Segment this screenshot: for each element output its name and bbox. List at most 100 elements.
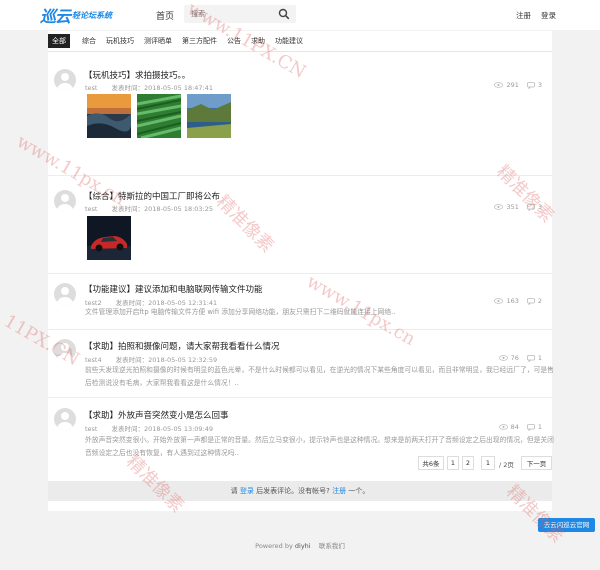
tab-all[interactable]: 全部 [48, 34, 70, 48]
post-title[interactable]: 【求助】外放声音突然变小是怎么回事 [84, 409, 229, 421]
eye-icon [494, 298, 504, 304]
nav-home-link[interactable]: 首页 [156, 9, 174, 22]
page-jump-input[interactable] [481, 456, 495, 470]
post-author[interactable]: test [85, 425, 97, 433]
post-image-sunset[interactable] [87, 94, 131, 138]
post-meta: test 发表时间：2018-05-05 13:09:49 [85, 423, 213, 433]
prompt-prefix: 请 [230, 487, 238, 495]
tab-reviews[interactable]: 测评晒单 [144, 36, 172, 46]
eye-icon [494, 82, 504, 88]
post-item: 【综合】特斯拉的中国工厂即将公布 test 发表时间：2018-05-05 18:… [48, 176, 552, 274]
logo-mark: 巡云 [40, 7, 71, 26]
official-site-button[interactable]: 去云闪巡云官网 [538, 518, 595, 532]
comment-icon [526, 354, 535, 362]
tab-help[interactable]: 求助 [251, 36, 265, 46]
register-link[interactable]: 注册 [516, 10, 531, 21]
tab-tips[interactable]: 玩机技巧 [106, 36, 134, 46]
post-item: 【玩机技巧】求拍摄技巧。。 test 发表时间：2018-05-05 18:47:… [48, 61, 552, 176]
post-time: 2018-05-05 12:32:59 [148, 356, 218, 364]
post-author[interactable]: test [85, 84, 97, 92]
post-stats: 351 3 [494, 203, 542, 211]
avatar[interactable] [54, 408, 76, 430]
view-count: 163 [506, 297, 519, 305]
post-item: 【功能建议】建议添加和电脑联网传输文件功能 test2 发表时间：2018-05-… [48, 274, 552, 330]
post-item: 【求助】拍照和摄像问题，请大家帮我看看什么情况 test4 发表时间：2018-0… [48, 330, 554, 398]
post-stats: 163 2 [494, 297, 542, 305]
eye-icon [498, 355, 508, 361]
footer-powered: Powered by [255, 542, 293, 550]
post-author[interactable]: test [85, 205, 97, 213]
tab-suggestions[interactable]: 功能建议 [275, 36, 303, 46]
login-link[interactable]: 登录 [541, 10, 556, 21]
forum-content: 全部 综合 玩机技巧 测评晒单 第三方配件 公告 求助 功能建议 【玩机技巧】求… [48, 31, 554, 511]
post-title[interactable]: 【求助】拍照和摄像问题，请大家帮我看看什么情况 [84, 340, 280, 352]
tab-accessories[interactable]: 第三方配件 [182, 36, 217, 46]
view-count: 351 [506, 203, 519, 211]
post-title[interactable]: 【功能建议】建议添加和电脑联网传输文件功能 [84, 283, 263, 295]
search-box [184, 5, 296, 23]
post-time-label: 发表时间： [111, 205, 144, 213]
post-image-coast[interactable] [187, 94, 231, 138]
search-icon[interactable] [278, 8, 290, 20]
comment-icon [526, 203, 535, 211]
logo-subtitle: 轻论坛系统 [72, 9, 113, 20]
post-meta: test 发表时间：2018-05-05 18:47:41 [85, 82, 213, 92]
post-image-car[interactable] [87, 216, 131, 260]
post-time-label: 发表时间： [111, 84, 144, 92]
comment-icon [526, 423, 535, 431]
avatar[interactable] [54, 339, 76, 361]
footer-contact-link[interactable]: 联系我们 [319, 542, 345, 550]
next-page-button[interactable]: 下一页 [521, 456, 552, 470]
tabs-divider [48, 51, 552, 52]
post-image-leaves[interactable] [137, 94, 181, 138]
page-2-button[interactable]: 2 [462, 456, 474, 470]
post-time: 2018-05-05 18:03:25 [143, 205, 214, 213]
prompt-middle: 后发表评论。没有帐号? [256, 487, 330, 495]
comment-count: 2 [537, 297, 542, 305]
footer: Powered by diyhi 联系我们 [0, 540, 600, 550]
comment-count: 1 [537, 354, 542, 362]
page-count: / 2页 [499, 461, 514, 469]
post-time-label: 发表时间： [115, 356, 149, 364]
eye-icon [498, 424, 508, 430]
pagination-total: 共6条 [418, 456, 444, 470]
post-time: 2018-05-05 13:09:49 [143, 425, 214, 433]
avatar[interactable] [54, 69, 76, 91]
footer-brand-link[interactable]: diyhi [295, 542, 311, 550]
avatar[interactable] [54, 283, 76, 305]
view-count: 76 [510, 354, 519, 362]
prompt-register-link[interactable]: 注册 [332, 487, 346, 495]
comment-icon [526, 297, 535, 305]
tab-general[interactable]: 综合 [82, 36, 96, 46]
page-1-button[interactable]: 1 [447, 456, 459, 470]
post-time-label: 发表时间： [111, 425, 144, 433]
prompt-login-link[interactable]: 登录 [240, 487, 254, 495]
site-logo[interactable]: 巡云 轻论坛系统 [40, 5, 113, 26]
view-count: 291 [506, 81, 519, 89]
comment-count: 3 [537, 81, 542, 89]
post-title[interactable]: 【综合】特斯拉的中国工厂即将公布 [84, 190, 220, 202]
prompt-suffix: 一个。 [348, 487, 370, 495]
category-tabs: 全部 综合 玩机技巧 测评晒单 第三方配件 公告 求助 功能建议 [48, 34, 313, 48]
post-stats: 291 3 [494, 81, 542, 89]
post-stats: 84 1 [498, 423, 542, 431]
view-count: 84 [510, 423, 519, 431]
avatar[interactable] [54, 190, 76, 212]
post-meta: test 发表时间：2018-05-05 18:03:25 [85, 203, 213, 213]
comment-count: 1 [537, 423, 542, 431]
eye-icon [494, 204, 504, 210]
post-stats: 76 1 [498, 354, 542, 362]
comment-login-prompt: 请 登录 后发表评论。没有帐号? 注册 一个。 [48, 481, 552, 501]
top-navbar: 巡云 轻论坛系统 首页 注册 登录 [0, 0, 600, 30]
post-item: 【求助】外放声音突然变小是怎么回事 test 发表时间：2018-05-05 13… [48, 398, 554, 474]
post-excerpt: 前些天发现逆光拍照和摄像的时候有明显的蓝色光晕，不是什么时候都可以看见，在逆光的… [85, 366, 554, 387]
post-meta: test4 发表时间：2018-05-05 12:32:59 [85, 354, 217, 364]
post-time: 2018-05-05 18:47:41 [143, 84, 214, 92]
post-excerpt: 文件管理添加开启ftp 电脑传输文件方便 wifi 添加分享网络功能，朋友只需扫… [85, 308, 396, 316]
post-author[interactable]: test4 [85, 356, 102, 364]
post-title[interactable]: 【玩机技巧】求拍摄技巧。。 [84, 69, 190, 81]
comment-count: 3 [537, 203, 542, 211]
tab-announcements[interactable]: 公告 [227, 36, 241, 46]
comment-icon [526, 81, 535, 89]
search-input[interactable] [184, 5, 274, 23]
